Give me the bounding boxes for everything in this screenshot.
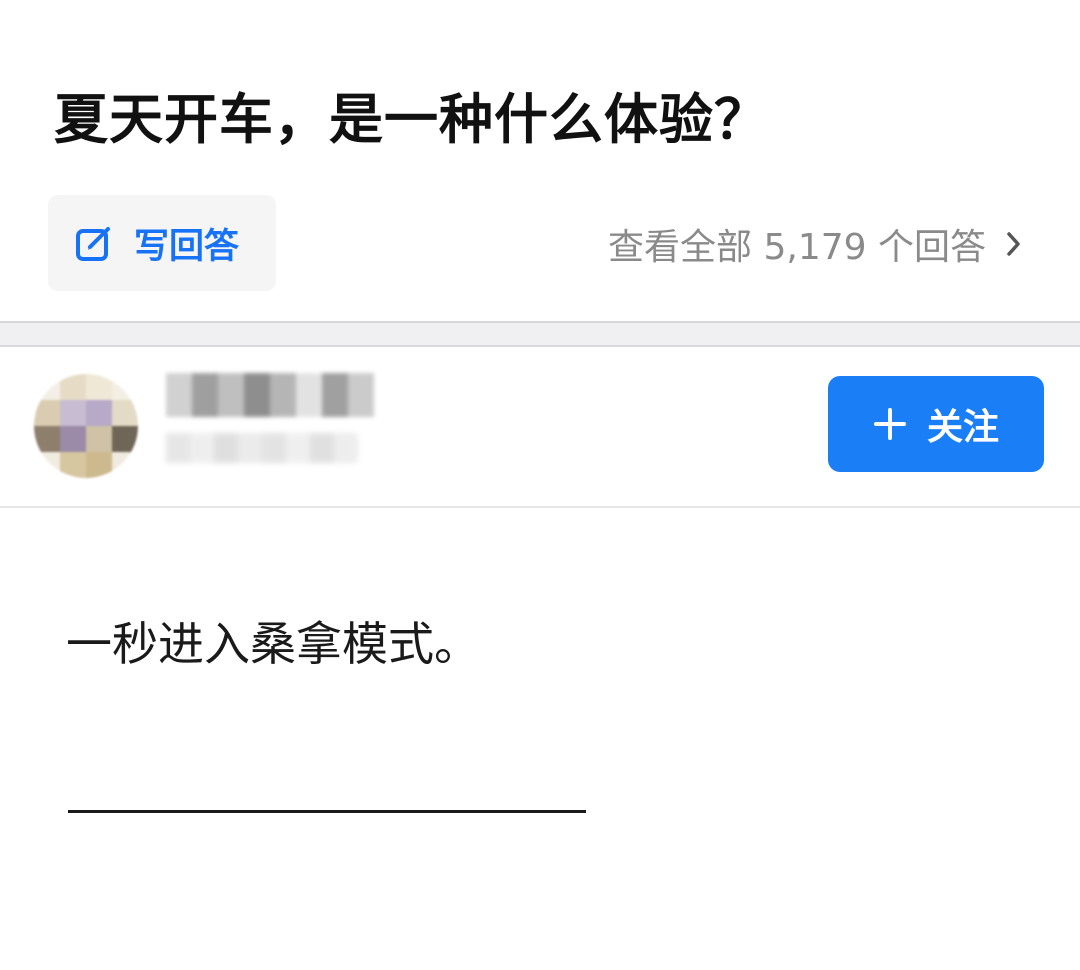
- author-name-obscured[interactable]: [166, 373, 374, 417]
- question-title: 夏天开车，是一种什么体验？: [54, 88, 769, 151]
- section-divider: [0, 321, 1080, 347]
- author-bio-obscured: [166, 433, 358, 463]
- edit-icon: [76, 227, 110, 261]
- answer-divider-line: [68, 810, 586, 813]
- row-separator: [0, 506, 1080, 508]
- follow-button[interactable]: 关注: [828, 376, 1044, 472]
- view-all-answers-link[interactable]: 查看全部 5,179 个回答: [608, 218, 1022, 270]
- chevron-right-icon: [1007, 232, 1020, 256]
- avatar[interactable]: [34, 374, 138, 478]
- author-row: 关注: [0, 347, 1080, 507]
- write-answer-button[interactable]: 写回答: [48, 195, 276, 291]
- follow-label: 关注: [926, 407, 999, 448]
- plus-icon: [873, 408, 906, 440]
- write-answer-label: 写回答: [134, 226, 240, 267]
- answer-text: 一秒进入桑拿模式。: [66, 617, 480, 671]
- view-all-answers-label: 查看全部 5,179 个回答: [608, 227, 986, 268]
